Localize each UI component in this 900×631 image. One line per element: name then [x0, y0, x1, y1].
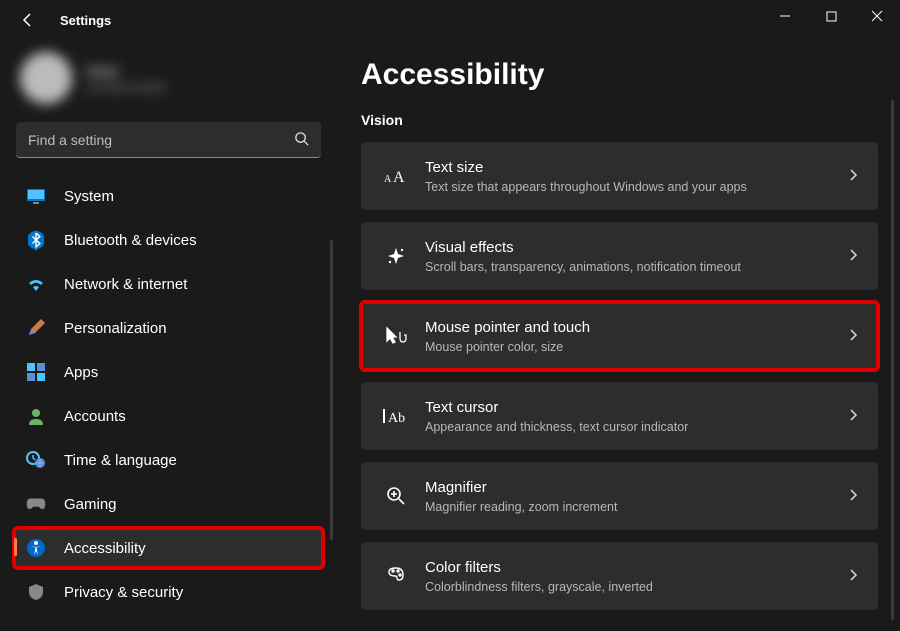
visual-effects-icon	[381, 246, 411, 266]
card-desc: Magnifier reading, zoom increment	[425, 500, 848, 514]
chevron-right-icon	[848, 568, 858, 585]
close-button[interactable]	[854, 0, 900, 32]
card-text: Magnifier Magnifier reading, zoom increme…	[425, 479, 848, 514]
card-text: Visual effects Scroll bars, transparency,…	[425, 239, 848, 274]
chevron-right-icon	[848, 328, 858, 345]
nav-item-apps[interactable]: Apps	[14, 352, 323, 392]
section-label: Vision	[361, 112, 878, 128]
text-size-icon: AA	[381, 166, 411, 186]
nav-item-network[interactable]: Network & internet	[14, 264, 323, 304]
minimize-button[interactable]	[762, 0, 808, 32]
chevron-right-icon	[848, 488, 858, 505]
apps-icon	[26, 362, 46, 382]
personalization-icon	[26, 318, 46, 338]
card-text-size[interactable]: AA Text size Text size that appears throug…	[361, 142, 878, 210]
nav-label: Accessibility	[64, 540, 146, 557]
sidebar-scrollbar[interactable]	[330, 240, 333, 540]
nav-item-personalization[interactable]: Personalization	[14, 308, 323, 348]
chevron-right-icon	[848, 168, 858, 185]
nav-label: Privacy & security	[64, 584, 183, 601]
search-icon	[294, 131, 309, 149]
nav-item-gaming[interactable]: Gaming	[14, 484, 323, 524]
nav-item-accounts[interactable]: Accounts	[14, 396, 323, 436]
nav-label: Personalization	[64, 320, 167, 337]
nav-label: Network & internet	[64, 276, 187, 293]
profile-email: user@example	[86, 80, 167, 94]
card-text-cursor[interactable]: Ab Text cursor Appearance and thickness, t…	[361, 382, 878, 450]
text-cursor-icon: Ab	[381, 407, 411, 425]
card-desc: Colorblindness filters, grayscale, inver…	[425, 580, 848, 594]
card-desc: Scroll bars, transparency, animations, n…	[425, 260, 848, 274]
accessibility-icon	[26, 538, 46, 558]
card-desc: Text size that appears throughout Window…	[425, 180, 848, 194]
card-magnifier[interactable]: Magnifier Magnifier reading, zoom increme…	[361, 462, 878, 530]
card-title: Magnifier	[425, 479, 848, 496]
card-list: AA Text size Text size that appears throug…	[361, 142, 878, 610]
bluetooth-icon	[26, 230, 46, 250]
card-visual-effects[interactable]: Visual effects Scroll bars, transparency,…	[361, 222, 878, 290]
card-mouse-pointer[interactable]: Mouse pointer and touch Mouse pointer col…	[361, 302, 878, 370]
app-title: Settings	[60, 13, 111, 28]
time-icon	[26, 450, 46, 470]
card-text: Color filters Colorblindness filters, gra…	[425, 559, 848, 594]
nav-list: System Bluetooth & devices Network & inter…	[14, 176, 323, 616]
nav-label: Time & language	[64, 452, 177, 469]
system-icon	[26, 186, 46, 206]
card-text: Text cursor Appearance and thickness, tex…	[425, 399, 848, 434]
card-title: Mouse pointer and touch	[425, 319, 848, 336]
nav-label: Gaming	[64, 496, 117, 513]
svg-text:Ab: Ab	[388, 411, 405, 425]
nav-item-privacy[interactable]: Privacy & security	[14, 572, 323, 612]
chevron-right-icon	[848, 248, 858, 265]
card-desc: Mouse pointer color, size	[425, 340, 848, 354]
nav-item-system[interactable]: System	[14, 176, 323, 216]
profile-name: User	[86, 63, 167, 80]
accounts-icon	[26, 406, 46, 426]
magnifier-icon	[381, 486, 411, 506]
nav-item-time[interactable]: Time & language	[14, 440, 323, 480]
nav-item-bluetooth[interactable]: Bluetooth & devices	[14, 220, 323, 260]
card-text: Text size Text size that appears througho…	[425, 159, 848, 194]
content-area: Accessibility Vision AAText sizeText siz…	[335, 40, 900, 631]
gaming-icon	[26, 494, 46, 514]
mouse-pointer-icon	[381, 326, 411, 346]
avatar	[20, 52, 72, 104]
content-scrollbar[interactable]	[891, 100, 894, 620]
search-row	[16, 122, 321, 158]
svg-text:A: A	[393, 169, 405, 186]
chevron-right-icon	[848, 408, 858, 425]
nav-label: Bluetooth & devices	[64, 232, 197, 249]
nav-label: Accounts	[64, 408, 126, 425]
sidebar: User user@example System Bluetooth & devi…	[0, 40, 335, 631]
window-controls	[762, 0, 900, 32]
card-title: Visual effects	[425, 239, 848, 256]
card-color-filters[interactable]: Color filters Colorblindness filters, gra…	[361, 542, 878, 610]
nav-label: System	[64, 188, 114, 205]
search-input[interactable]	[16, 122, 321, 158]
network-icon	[26, 274, 46, 294]
card-title: Text size	[425, 159, 848, 176]
svg-text:A: A	[384, 174, 392, 185]
card-title: Color filters	[425, 559, 848, 576]
profile-section[interactable]: User user@example	[14, 48, 323, 122]
card-text: Mouse pointer and touch Mouse pointer col…	[425, 319, 848, 354]
back-button[interactable]	[18, 10, 38, 30]
card-desc: Appearance and thickness, text cursor in…	[425, 420, 848, 434]
nav-label: Apps	[64, 364, 98, 381]
maximize-button[interactable]	[808, 0, 854, 32]
color-filters-icon	[381, 566, 411, 586]
card-title: Text cursor	[425, 399, 848, 416]
page-title: Accessibility	[361, 58, 878, 92]
nav-item-accessibility[interactable]: Accessibility	[14, 528, 323, 568]
privacy-icon	[26, 582, 46, 602]
